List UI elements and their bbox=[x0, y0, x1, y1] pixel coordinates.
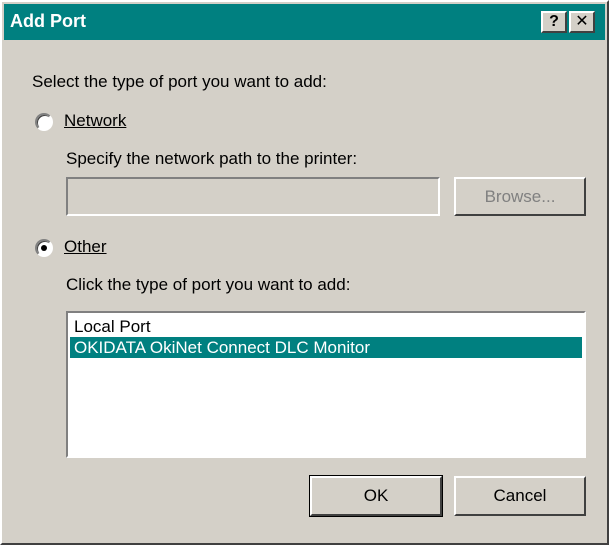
port-type-listbox[interactable]: Local Port OKIDATA OkiNet Connect DLC Mo… bbox=[66, 311, 586, 458]
network-label-text: Network bbox=[64, 111, 127, 130]
other-label-text: Other bbox=[64, 237, 107, 256]
port-type-prompt: Select the type of port you want to add: bbox=[32, 72, 327, 91]
list-item-local-port[interactable]: Local Port bbox=[70, 316, 582, 337]
network-radio[interactable] bbox=[35, 113, 53, 131]
ok-button[interactable]: OK bbox=[309, 475, 443, 517]
radio-selected-dot bbox=[41, 245, 47, 251]
title-bar[interactable]: Add Port ? ✕ bbox=[4, 4, 605, 40]
network-path-input[interactable] bbox=[66, 177, 440, 216]
network-path-label: Specify the network path to the printer: bbox=[66, 149, 358, 168]
cancel-button[interactable]: Cancel bbox=[454, 476, 586, 516]
window-title: Add Port bbox=[10, 11, 86, 31]
other-radio-label[interactable]: Other bbox=[64, 237, 107, 257]
add-port-dialog: Add Port ? ✕ Select the type of port you… bbox=[0, 0, 609, 545]
help-button[interactable]: ? bbox=[541, 11, 567, 33]
other-radio[interactable] bbox=[35, 239, 53, 257]
browse-button[interactable]: Browse... bbox=[454, 177, 586, 216]
close-icon: ✕ bbox=[575, 13, 589, 30]
port-list-label: Click the type of port you want to add: bbox=[66, 275, 351, 294]
help-icon: ? bbox=[549, 13, 559, 30]
list-item-okidata-dlc-monitor[interactable]: OKIDATA OkiNet Connect DLC Monitor bbox=[70, 337, 582, 358]
close-button[interactable]: ✕ bbox=[569, 11, 595, 33]
network-radio-label[interactable]: Network bbox=[64, 111, 126, 131]
